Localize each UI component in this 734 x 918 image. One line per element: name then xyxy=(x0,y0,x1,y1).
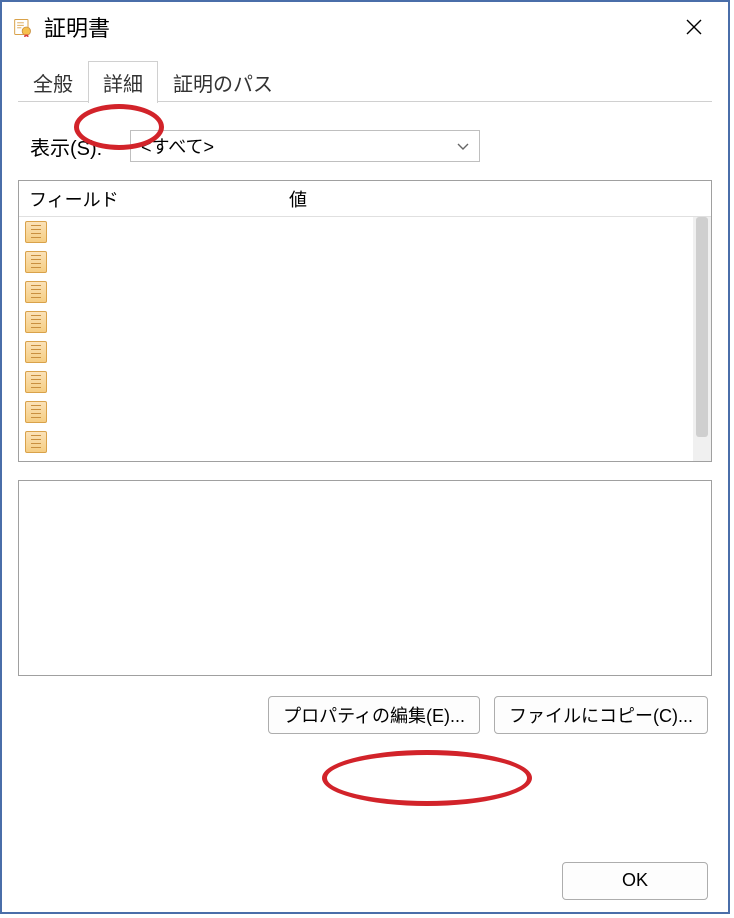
list-header: フィールド 値 xyxy=(19,181,711,217)
chevron-down-icon xyxy=(457,138,469,154)
show-label: 表示(S): xyxy=(30,132,130,161)
header-value[interactable]: 値 xyxy=(279,186,711,212)
tab-general[interactable]: 全般 xyxy=(18,61,88,103)
list-item[interactable] xyxy=(19,367,711,397)
detail-value-box[interactable] xyxy=(18,480,712,676)
button-label: プロパティの編集(E)... xyxy=(283,702,465,728)
tab-label: 全般 xyxy=(33,74,73,96)
field-icon xyxy=(25,281,47,303)
list-body xyxy=(19,217,711,461)
list-scrollbar[interactable] xyxy=(693,217,711,461)
list-item[interactable] xyxy=(19,337,711,367)
tab-details[interactable]: 詳細 xyxy=(88,61,158,103)
list-item[interactable] xyxy=(19,397,711,427)
list-item[interactable] xyxy=(19,277,711,307)
dialog-footer: OK xyxy=(2,848,728,912)
tab-certification-path[interactable]: 証明のパス xyxy=(158,61,288,103)
close-icon xyxy=(685,18,703,36)
field-icon xyxy=(25,311,47,333)
titlebar: 証明書 xyxy=(2,2,728,52)
list-item[interactable] xyxy=(19,427,711,457)
close-button[interactable] xyxy=(670,7,718,47)
scroll-thumb[interactable] xyxy=(696,217,708,437)
ok-button[interactable]: OK xyxy=(562,862,708,900)
dialog-body: 全般 詳細 証明のパス 表示(S): <すべて> フィールド 値 xyxy=(2,52,728,848)
list-item[interactable] xyxy=(19,247,711,277)
tab-label: 詳細 xyxy=(103,74,143,96)
field-icon xyxy=(25,251,47,273)
certificate-icon xyxy=(12,16,34,38)
header-field[interactable]: フィールド xyxy=(19,186,279,212)
highlight-edit-properties xyxy=(322,750,532,806)
tab-label: 証明のパス xyxy=(173,74,273,96)
show-select[interactable]: <すべて> xyxy=(130,130,480,162)
window-title: 証明書 xyxy=(44,11,670,43)
button-label: OK xyxy=(622,870,648,891)
copy-to-file-button[interactable]: ファイルにコピー(C)... xyxy=(494,696,708,734)
button-row: プロパティの編集(E)... ファイルにコピー(C)... xyxy=(18,696,712,734)
edit-properties-button[interactable]: プロパティの編集(E)... xyxy=(268,696,480,734)
button-label: ファイルにコピー(C)... xyxy=(509,702,693,728)
show-row: 表示(S): <すべて> xyxy=(30,130,712,162)
field-icon xyxy=(25,341,47,363)
list-item[interactable] xyxy=(19,307,711,337)
list-item[interactable] xyxy=(19,217,711,247)
field-icon xyxy=(25,221,47,243)
tab-strip: 全般 詳細 証明のパス xyxy=(18,64,712,102)
show-select-value: <すべて> xyxy=(141,133,214,159)
field-icon xyxy=(25,401,47,423)
field-icon xyxy=(25,371,47,393)
fields-listbox[interactable]: フィールド 値 xyxy=(18,180,712,462)
certificate-dialog: 証明書 全般 詳細 証明のパス 表示(S): <すべて xyxy=(0,0,730,914)
field-icon xyxy=(25,431,47,453)
